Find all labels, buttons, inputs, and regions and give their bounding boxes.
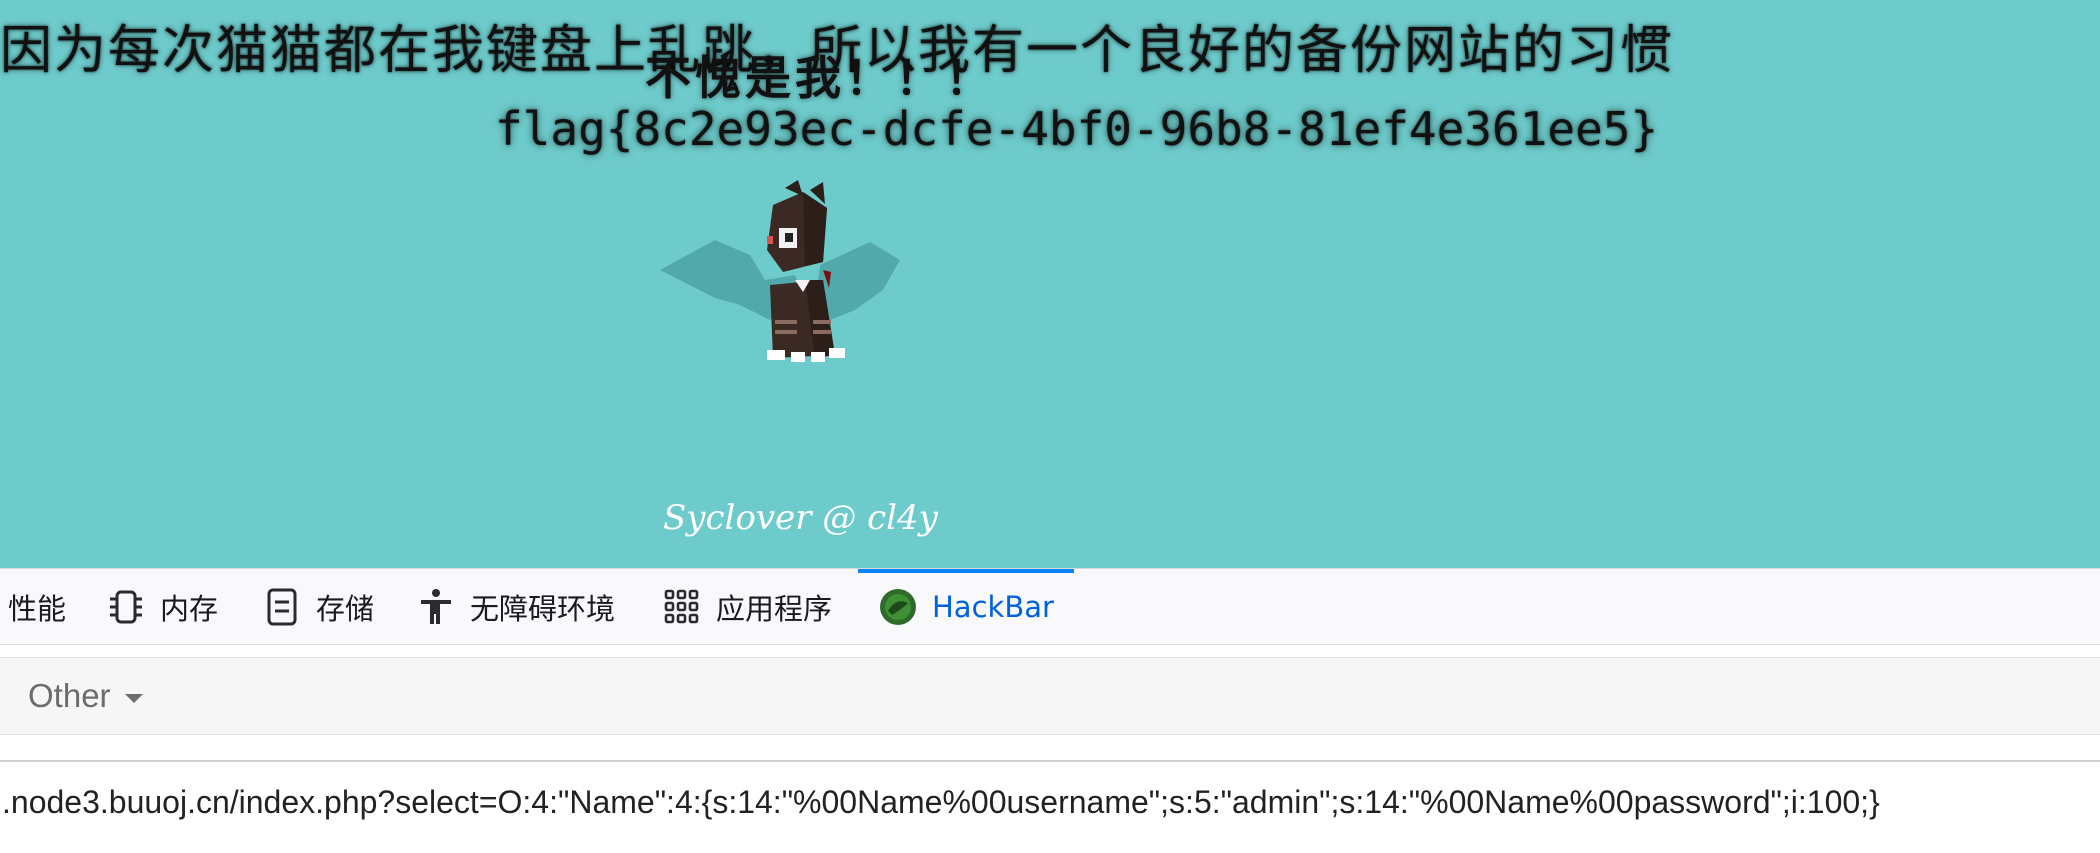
tab-performance[interactable]: 性能 (8, 569, 66, 644)
tab-storage[interactable]: 存储 (262, 569, 374, 644)
tab-label: 性能 (8, 591, 67, 626)
tab-label: HackBar (932, 589, 1054, 624)
storage-icon (267, 588, 297, 625)
cat-illustration (660, 180, 900, 362)
url-input[interactable]: .node3.buuoj.cn/index.php?select=O:4:"Na… (0, 772, 2100, 832)
tab-label: 应用程序 (716, 591, 833, 626)
hackbar-toolbar: Other (0, 657, 2100, 735)
site-credit: Syclover @ cl4y (663, 498, 938, 538)
tab-label: 内存 (160, 591, 219, 626)
tab-memory[interactable]: 内存 (106, 569, 218, 644)
caret-down-icon (124, 693, 143, 703)
memory-icon (110, 590, 142, 623)
other-menu-dropdown[interactable]: Other (28, 658, 143, 734)
tab-application[interactable]: 应用程序 (662, 569, 832, 644)
tab-hackbar[interactable]: HackBar (858, 569, 1074, 644)
tab-accessibility[interactable]: 无障碍环境 (416, 569, 615, 644)
hackbar-logo-icon (880, 588, 916, 625)
accessibility-icon (421, 588, 451, 624)
tab-label: 无障碍环境 (470, 591, 616, 626)
application-grid-icon (664, 589, 699, 623)
devtools-tab-bar: 性能 内存 存储 无障碍环境 应用程序 HackBar (0, 568, 2100, 645)
hackbar-url-area: .node3.buuoj.cn/index.php?select=O:4:"Na… (0, 760, 2100, 853)
other-menu-label: Other (28, 677, 111, 714)
page-subline: 不愧是我！！！ (645, 51, 995, 105)
tab-label: 存储 (316, 591, 375, 626)
flag-text: flag{8c2e93ec-dcfe-4bf0-96b8-81ef4e361ee… (495, 102, 1659, 156)
web-page-viewport: 因为每次猫猫都在我键盘上乱跳，所以我有一个良好的备份网站的习惯 不愧是我！！！ … (0, 0, 2100, 568)
